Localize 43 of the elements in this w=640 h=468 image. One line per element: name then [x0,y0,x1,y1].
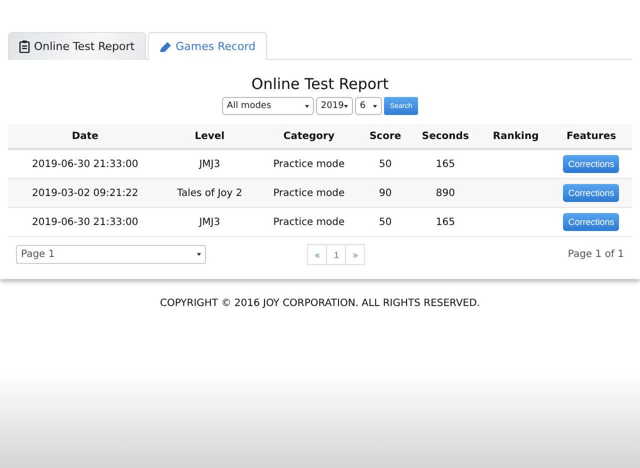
table-cell: Practice mode [257,149,361,178]
table-cell: 165 [410,208,481,236]
caret-icon [304,104,309,108]
table-cell: 165 [410,149,481,178]
column-header: Seconds [410,124,481,149]
next-page-button[interactable]: » [345,244,366,265]
clipboard-icon [19,40,30,53]
table-cell: JMJ3 [162,149,258,178]
previous-page-button[interactable]: « [307,244,328,265]
table-cell: 2019-03-02 09:21:22 [8,178,162,208]
caret-icon [372,104,377,108]
page-title: Online Test Report [250,75,390,93]
month-select[interactable]: 6 [354,97,382,115]
column-header: Date [8,124,162,149]
corrections-button[interactable]: Corrections [563,184,620,202]
table-cell: Practice mode [257,178,361,208]
column-header: Ranking [481,124,551,149]
mode-select[interactable]: All modes [222,97,314,115]
copyright-text: COPYRIGHT © 2016 JOY CORPORATION. ALL RIGHTS RESERVED. [158,298,481,309]
column-header: Features [550,124,632,149]
table-cell: 890 [410,178,481,208]
caret-icon [344,104,348,108]
tab[interactable]: Online Test Report [8,32,146,60]
table-cell: 2019-06-30 21:33:00 [8,208,162,236]
table-cell: Tales of Joy 2 [162,178,258,208]
corrections-button[interactable]: Corrections [563,213,620,231]
corrections-button[interactable]: Corrections [563,155,620,173]
caret-icon [197,253,201,256]
table-cell: JMJ3 [162,208,258,236]
table-cell: 50 [360,149,410,178]
table-cell: Practice mode [257,208,361,236]
table-cell: 2019-06-30 21:33:00 [8,149,162,178]
table-cell: 50 [360,208,410,236]
tab[interactable]: Games Record [148,32,267,60]
table-cell: 90 [360,178,410,208]
page-button[interactable]: 1 [326,244,346,265]
year-select[interactable]: 2019 [316,97,353,115]
column-header: Category [257,124,361,149]
column-header: Level [162,124,258,149]
page-select[interactable]: Page 1 [16,245,206,264]
page-summary: Page 1 of 1 [568,249,624,260]
pencil-icon [158,40,172,52]
column-header: Score [360,124,410,149]
